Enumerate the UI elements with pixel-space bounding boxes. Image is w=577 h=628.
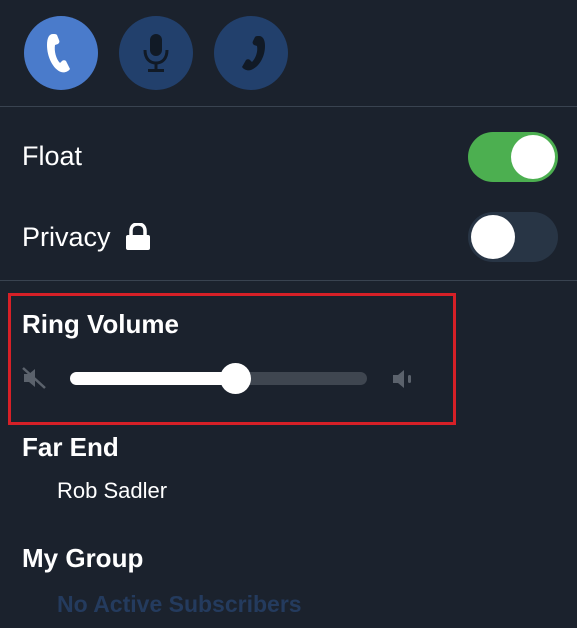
group-status: No Active Subscribers — [57, 591, 302, 617]
privacy-label: Privacy — [22, 222, 111, 252]
divider — [0, 280, 577, 281]
privacy-row: Privacy — [22, 222, 151, 252]
ring-volume-title: Ring Volume — [22, 309, 179, 339]
speaker-icon[interactable] — [391, 367, 421, 391]
volume-fill — [70, 372, 237, 385]
far-end-name: Rob Sadler — [57, 478, 168, 503]
privacy-toggle[interactable] — [468, 212, 558, 262]
microphone-button[interactable] — [119, 16, 193, 90]
far-end-title: Far End — [22, 432, 119, 462]
float-toggle[interactable] — [468, 132, 558, 182]
toggle-knob — [471, 215, 515, 259]
divider — [0, 106, 577, 107]
handset-button[interactable] — [24, 16, 98, 90]
phone-icon — [242, 36, 265, 71]
lock-icon — [125, 223, 150, 250]
speaker-mute-icon[interactable] — [22, 366, 48, 390]
handset-icon — [47, 34, 70, 73]
microphone-icon — [143, 34, 169, 72]
my-group-title: My Group — [22, 543, 144, 573]
float-label: Float — [22, 141, 83, 171]
phone-button[interactable] — [214, 16, 288, 90]
call-mode-buttons — [24, 16, 288, 90]
ring-volume-slider[interactable] — [70, 363, 367, 394]
toggle-knob — [511, 135, 555, 179]
